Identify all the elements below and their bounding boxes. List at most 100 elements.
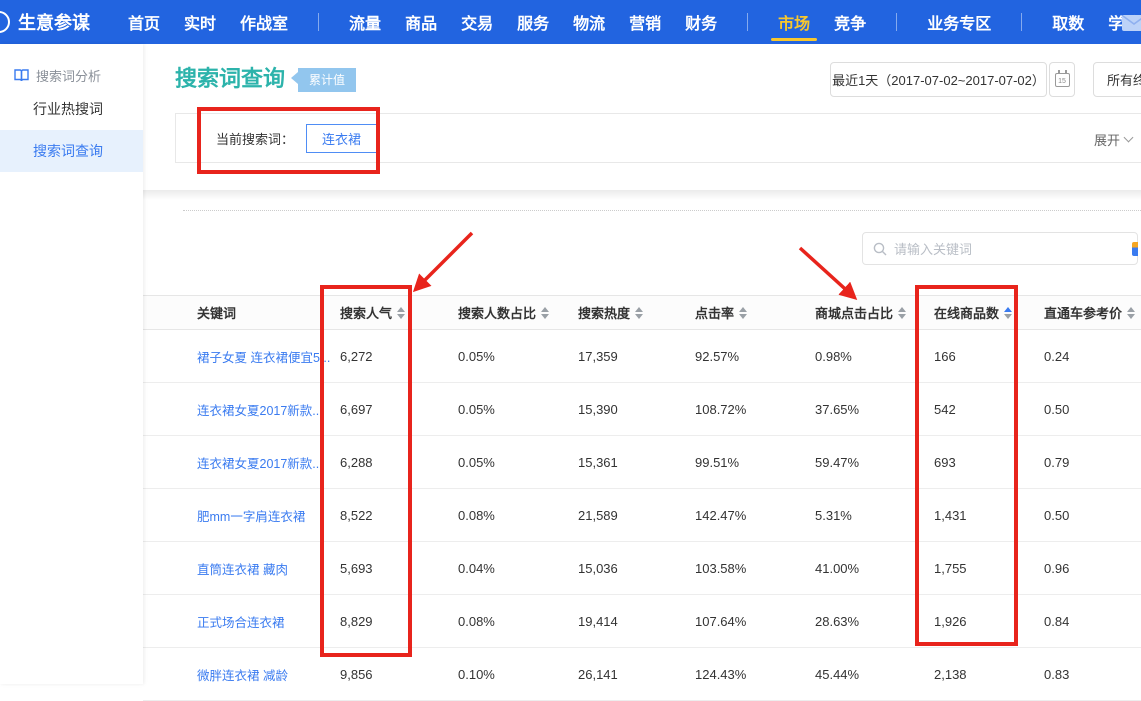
table-row: 微胖连衣裙 减龄9,8560.10%26,141124.43%45.44%2,1… [143,648,1141,701]
cell-search-heat: 15,361 [578,455,695,470]
cell-search-heat: 19,414 [578,614,695,629]
cell-ctr: 107.64% [695,614,815,629]
column-header-searcher-ratio[interactable]: 搜索人数占比 [458,303,578,322]
nav-item-营销[interactable]: 营销 [629,0,661,44]
cell-search-popularity: 8,829 [340,614,458,629]
cell-search-popularity: 8,522 [340,508,458,523]
sidebar-item-搜索词查询[interactable]: 搜索词查询 [0,130,143,172]
mail-icon[interactable] [1121,14,1141,32]
nav-item-首页[interactable]: 首页 [128,0,160,44]
cell-ztc-ref-price: 0.24 [1044,349,1141,364]
cell-searcher-ratio: 0.05% [458,402,578,417]
terminal-filter-select[interactable]: 所有终端 [1093,62,1141,97]
nav-item-商品[interactable]: 商品 [405,0,437,44]
cell-mall-click-ratio: 5.31% [815,508,934,523]
keyword-link[interactable]: 肥mm一字肩连衣裙 [197,510,305,524]
cell-keyword: 肥mm一字肩连衣裙 [143,506,340,525]
expand-link[interactable]: 展开 [1094,114,1132,164]
sidebar-section-label: 搜索词分析 [36,66,101,85]
date-range-label: 最近1天（2017-07-02~2017-07-02） [832,70,1045,89]
column-header-ctr[interactable]: 点击率 [695,303,815,322]
cell-searcher-ratio: 0.08% [458,508,578,523]
cell-ctr: 108.72% [695,402,815,417]
app-logo[interactable]: 生意参谋 [2,9,90,35]
cell-online-products: 166 [934,349,1044,364]
sort-asc-arrow [1004,307,1012,312]
cell-search-popularity: 9,856 [340,667,458,682]
sort-icon-mall-click-ratio[interactable] [898,307,906,319]
sort-icon-ztc-ref-price[interactable] [1127,307,1135,319]
sort-desc-arrow [1004,314,1012,319]
table-row: 裙子女夏 连衣裙便宜5...6,2720.05%17,35992.57%0.98… [143,330,1141,383]
nav-item-服务[interactable]: 服务 [517,0,549,44]
cell-keyword: 连衣裙女夏2017新款... [143,400,340,419]
keyword-link[interactable]: 直筒连衣裙 藏肉 [197,563,288,577]
sort-icon-online-products[interactable] [1004,307,1012,319]
nav-item-取数[interactable]: 取数 [1052,0,1084,44]
current-search-term-panel: 当前搜索词： 连衣裙 展开 [175,113,1141,163]
cell-ctr: 92.57% [695,349,815,364]
sort-asc-arrow [898,307,906,312]
cumulative-badge: 累计值 [298,68,356,92]
cell-mall-click-ratio: 0.98% [815,349,934,364]
search-icon [873,242,887,256]
header-card-shadow [143,190,1141,200]
cell-search-heat: 21,589 [578,508,695,523]
sort-asc-arrow [739,307,747,312]
cell-search-heat: 26,141 [578,667,695,682]
app-logo-text: 生意参谋 [18,9,90,35]
column-label-online-products: 在线商品数 [934,303,999,322]
sort-icon-searcher-ratio[interactable] [541,307,549,319]
cell-online-products: 693 [934,455,1044,470]
nav-item-业务专区[interactable]: 业务专区 [927,0,991,44]
cell-mall-click-ratio: 41.00% [815,561,934,576]
keyword-link[interactable]: 微胖连衣裙 减龄 [197,669,288,683]
nav-item-物流[interactable]: 物流 [573,0,605,44]
nav-items: 首页实时作战室流量商品交易服务物流营销财务市场竞争业务专区取数学院 [116,0,1141,44]
nav-item-实时[interactable]: 实时 [184,0,216,44]
logo-icon [0,11,10,33]
nav-divider [896,13,897,31]
nav-item-交易[interactable]: 交易 [461,0,493,44]
column-header-search-popularity[interactable]: 搜索人气 [340,303,458,322]
sort-icon-search-popularity[interactable] [397,307,405,319]
keyword-link[interactable]: 正式场合连衣裙 [197,616,285,630]
keyword-link[interactable]: 裙子女夏 连衣裙便宜5... [197,351,330,365]
keyword-link[interactable]: 连衣裙女夏2017新款... [197,457,323,471]
terminal-filter-label: 所有终端 [1107,70,1141,89]
column-header-online-products[interactable]: 在线商品数 [934,303,1044,322]
keyword-link[interactable]: 连衣裙女夏2017新款... [197,404,323,418]
date-range-picker[interactable]: 最近1天（2017-07-02~2017-07-02） [830,62,1047,97]
cell-search-heat: 15,036 [578,561,695,576]
nav-divider [747,13,748,31]
keyword-search-input[interactable]: 请输入关键词 [862,232,1138,265]
cell-search-popularity: 6,697 [340,402,458,417]
nav-item-市场[interactable]: 市场 [778,0,810,44]
sort-icon-search-heat[interactable] [635,307,643,319]
top-nav: 生意参谋 首页实时作战室流量商品交易服务物流营销财务市场竞争业务专区取数学院 [0,0,1141,44]
sort-desc-arrow [1127,314,1135,319]
calendar-button[interactable]: 15 [1049,62,1075,97]
chevron-down-icon [1124,133,1134,143]
cell-search-heat: 15,390 [578,402,695,417]
book-icon [14,69,29,82]
sidebar-item-行业热搜词[interactable]: 行业热搜词 [0,88,143,130]
nav-item-流量[interactable]: 流量 [349,0,381,44]
nav-item-作战室[interactable]: 作战室 [240,0,288,44]
cell-search-heat: 17,359 [578,349,695,364]
cell-ztc-ref-price: 0.96 [1044,561,1141,576]
nav-item-财务[interactable]: 财务 [685,0,717,44]
column-header-ztc-ref-price[interactable]: 直通车参考价 [1044,303,1141,322]
sort-desc-arrow [541,314,549,319]
column-header-mall-click-ratio[interactable]: 商城点击占比 [815,303,934,322]
sidebar: 搜索词分析 行业热搜词搜索词查询 [0,44,143,684]
column-header-search-heat[interactable]: 搜索热度 [578,303,695,322]
sort-icon-ctr[interactable] [739,307,747,319]
nav-divider [318,13,319,31]
cell-searcher-ratio: 0.05% [458,349,578,364]
table-row: 直筒连衣裙 藏肉5,6930.04%15,036103.58%41.00%1,7… [143,542,1141,595]
table-row: 连衣裙女夏2017新款...6,6970.05%15,390108.72%37.… [143,383,1141,436]
current-keyword-chip[interactable]: 连衣裙 [306,124,377,153]
nav-item-竞争[interactable]: 竞争 [834,0,866,44]
sort-desc-arrow [739,314,747,319]
